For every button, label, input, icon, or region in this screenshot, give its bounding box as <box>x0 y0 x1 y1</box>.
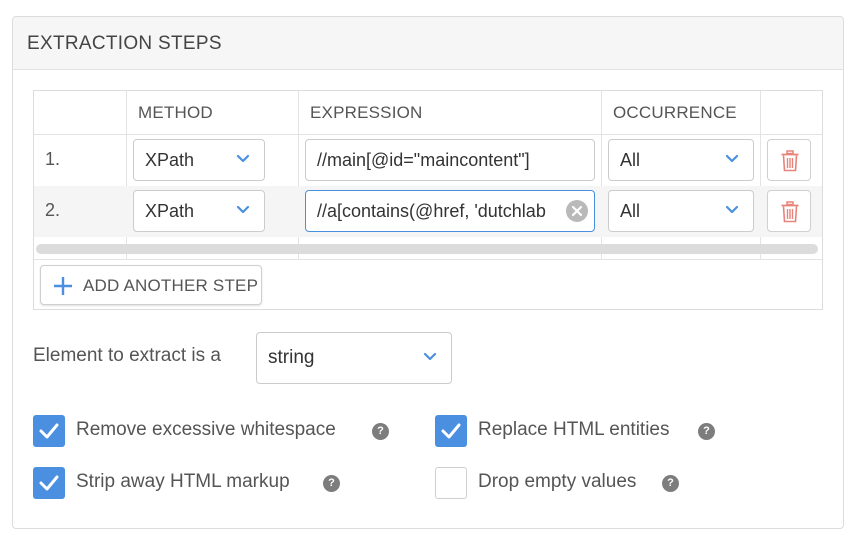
header-occurrence: OCCURRENCE <box>613 103 737 122</box>
row-number: 1. <box>45 149 61 169</box>
method-select[interactable]: XPath <box>133 190 265 232</box>
checkmark-icon <box>39 423 59 439</box>
trash-icon <box>781 150 799 172</box>
chevron-down-icon <box>725 154 739 163</box>
method-value: XPath <box>145 201 195 221</box>
option-replace-entities[interactable]: Replace HTML entities ? <box>435 415 725 447</box>
method-value: XPath <box>145 150 195 170</box>
occurrence-select[interactable]: All <box>608 190 754 232</box>
replace-entities-checkbox[interactable] <box>435 415 467 447</box>
remove-whitespace-checkbox[interactable] <box>33 415 65 447</box>
steps-table: METHOD EXPRESSION OCCURRENCE 1. XPath //… <box>33 90 823 310</box>
option-strip-markup[interactable]: Strip away HTML markup ? <box>33 467 353 499</box>
option-label: Strip away HTML markup <box>76 471 290 492</box>
chevron-down-icon <box>423 352 437 361</box>
plus-icon <box>54 277 72 295</box>
option-drop-empty[interactable]: Drop empty values ? <box>435 467 695 499</box>
help-icon[interactable]: ? <box>323 475 340 492</box>
occurrence-select[interactable]: All <box>608 139 754 181</box>
occurrence-value: All <box>620 201 641 221</box>
panel-header: EXTRACTION STEPS <box>13 17 843 70</box>
chevron-down-icon <box>236 154 250 163</box>
header-method: METHOD <box>138 103 213 122</box>
clear-icon[interactable] <box>566 200 588 222</box>
help-icon[interactable]: ? <box>372 423 389 440</box>
table-header-row: METHOD EXPRESSION OCCURRENCE <box>34 91 822 135</box>
delete-step-button[interactable] <box>767 139 811 181</box>
option-label: Drop empty values <box>478 471 637 492</box>
trash-icon <box>781 201 799 223</box>
method-select[interactable]: XPath <box>133 139 265 181</box>
add-step-button[interactable]: ADD ANOTHER STEP <box>40 265 262 305</box>
table-row: 2. XPath //a[contains(@href, 'dutchlab A… <box>34 186 822 237</box>
option-remove-whitespace[interactable]: Remove excessive whitespace ? <box>33 415 393 447</box>
row-number: 2. <box>45 200 61 220</box>
table-row: 1. XPath //main[@id="maincontent"] All <box>34 135 822 186</box>
delete-step-button[interactable] <box>767 190 811 232</box>
drop-empty-checkbox[interactable] <box>435 467 467 499</box>
option-label: Remove excessive whitespace <box>76 419 336 440</box>
checkmark-icon <box>39 475 59 491</box>
occurrence-value: All <box>620 150 641 170</box>
help-icon[interactable]: ? <box>662 475 679 492</box>
header-expression: EXPRESSION <box>310 103 423 122</box>
horizontal-scrollbar[interactable] <box>36 244 818 254</box>
option-label: Replace HTML entities <box>478 419 670 440</box>
panel-title: EXTRACTION STEPS <box>27 33 222 54</box>
add-step-label: ADD ANOTHER STEP <box>83 276 259 295</box>
chevron-down-icon <box>236 205 250 214</box>
expression-input[interactable]: //main[@id="maincontent"] <box>305 139 595 181</box>
expression-value: //a[contains(@href, 'dutchlab <box>317 201 546 221</box>
chevron-down-icon <box>725 205 739 214</box>
extract-type-label: Element to extract is a <box>33 345 221 366</box>
expression-value: //main[@id="maincontent"] <box>317 150 530 170</box>
extract-type-select[interactable]: string <box>256 332 452 384</box>
expression-input[interactable]: //a[contains(@href, 'dutchlab <box>305 190 595 232</box>
help-icon[interactable]: ? <box>698 423 715 440</box>
strip-markup-checkbox[interactable] <box>33 467 65 499</box>
checkmark-icon <box>441 423 461 439</box>
divider <box>34 259 822 260</box>
extract-type-value: string <box>268 347 315 368</box>
